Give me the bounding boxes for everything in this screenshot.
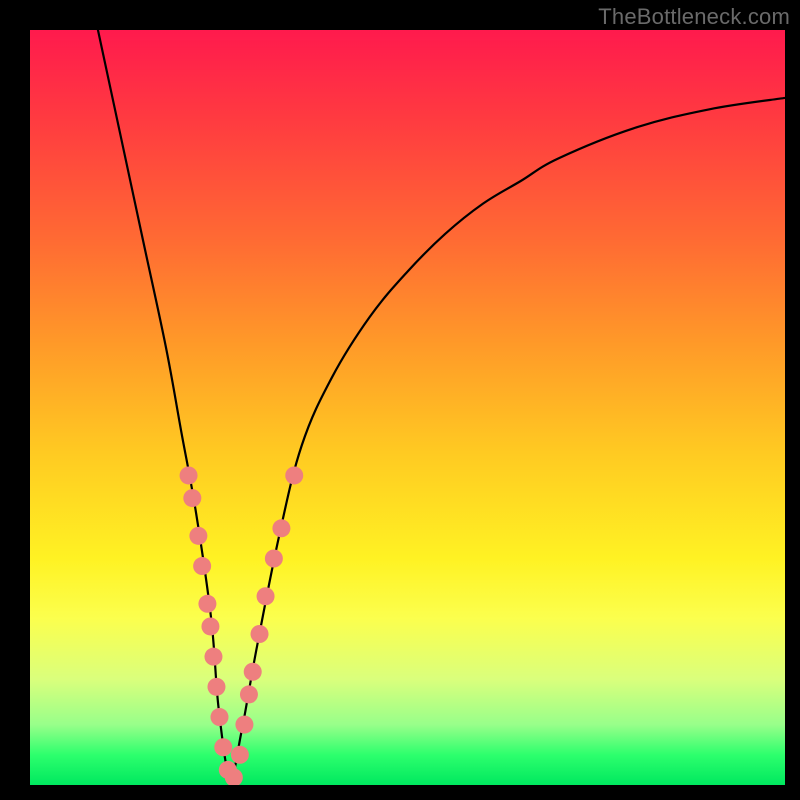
sample-dot — [285, 466, 303, 484]
sample-dot — [211, 708, 229, 726]
sample-dot — [265, 550, 283, 568]
watermark-text: TheBottleneck.com — [598, 4, 790, 30]
sample-dot — [193, 557, 211, 575]
sample-dot — [189, 527, 207, 545]
sample-dot — [204, 648, 222, 666]
bottleneck-curve — [98, 30, 785, 778]
sample-dot — [198, 595, 216, 613]
sample-dot — [257, 587, 275, 605]
sample-dot — [240, 685, 258, 703]
sample-dot — [207, 678, 225, 696]
curve-layer — [30, 30, 785, 785]
sample-dot — [251, 625, 269, 643]
sample-dot — [235, 716, 253, 734]
sample-dot — [180, 466, 198, 484]
sample-dot — [231, 746, 249, 764]
chart-frame: TheBottleneck.com — [0, 0, 800, 800]
sample-dot — [201, 617, 219, 635]
sample-dot — [183, 489, 201, 507]
sample-dot — [214, 738, 232, 756]
plot-area — [30, 30, 785, 785]
sample-dot — [244, 663, 262, 681]
sample-dot — [272, 519, 290, 537]
